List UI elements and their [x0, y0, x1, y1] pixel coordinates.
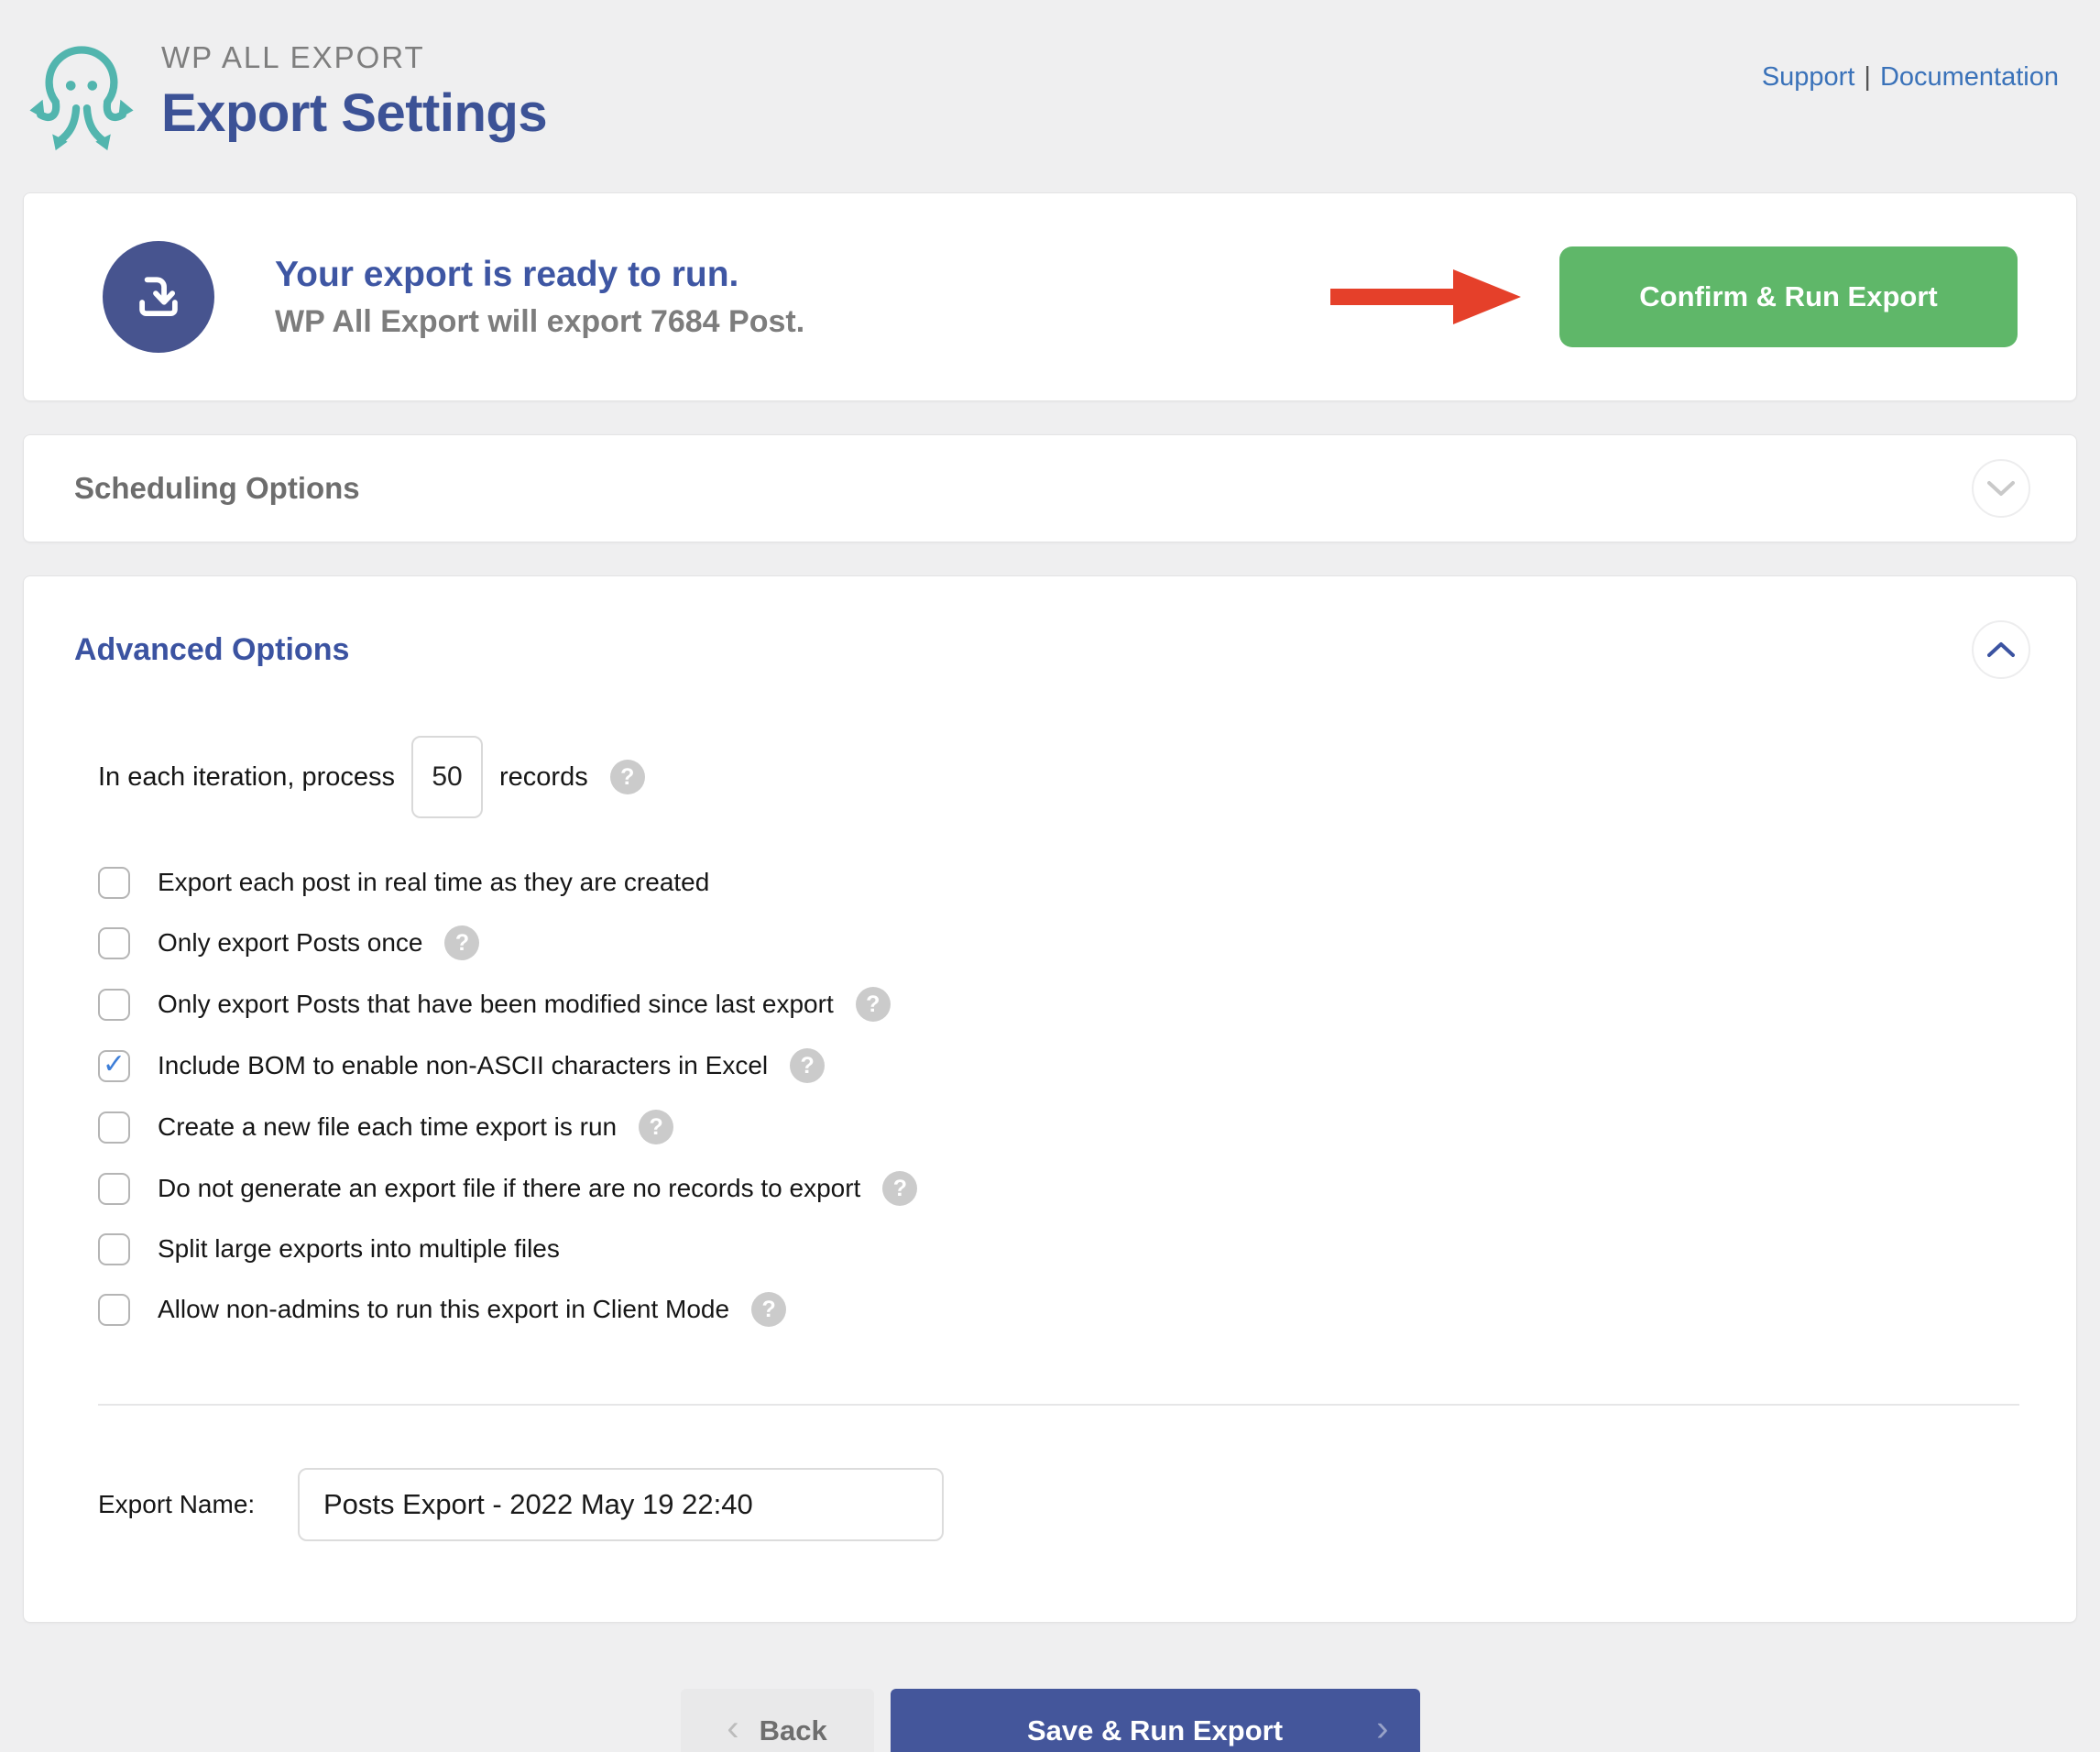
advanced-checkbox-list: Export each post in real time as they ar… — [74, 866, 2030, 1327]
advanced-collapse-button[interactable] — [1972, 620, 2030, 679]
back-button-label: Back — [760, 1714, 827, 1747]
help-icon[interactable]: ? — [856, 987, 891, 1022]
bottom-actions: ‹ Back Save & Run Export › — [0, 1689, 2100, 1752]
checkbox-label: Split large exports into multiple files — [158, 1234, 560, 1264]
checkbox-row-new-file-each-run[interactable]: Create a new file each time export is ru… — [98, 1110, 2030, 1144]
scheduling-expand-button[interactable] — [1972, 459, 2030, 518]
checkbox-label: Only export Posts that have been modifie… — [158, 990, 834, 1019]
checkbox-row-split-exports[interactable]: Split large exports into multiple files — [98, 1232, 2030, 1265]
iteration-records-input[interactable] — [411, 736, 483, 818]
export-name-row: Export Name: — [74, 1468, 2030, 1541]
export-name-label: Export Name: — [98, 1490, 298, 1519]
help-icon[interactable]: ? — [444, 925, 479, 960]
export-name-input[interactable] — [298, 1468, 944, 1541]
checkbox[interactable] — [98, 927, 130, 959]
red-arrow-icon — [1330, 260, 1521, 334]
help-icon[interactable]: ? — [790, 1048, 825, 1083]
checkbox-label: Include BOM to enable non-ASCII characte… — [158, 1051, 768, 1080]
chevron-right-icon: › — [1376, 1709, 1388, 1750]
chevron-left-icon: ‹ — [727, 1710, 738, 1747]
checkbox[interactable] — [98, 1173, 130, 1205]
banner-subtitle: WP All Export will export 7684 Post. — [275, 304, 1330, 340]
checkbox-row-realtime[interactable]: Export each post in real time as they ar… — [98, 866, 2030, 899]
checkbox-row-export-once[interactable]: Only export Posts once ? — [98, 925, 2030, 960]
checkbox[interactable] — [98, 989, 130, 1021]
save-run-export-button[interactable]: Save & Run Export › — [891, 1689, 1420, 1752]
checkbox-label: Allow non-admins to run this export in C… — [158, 1295, 729, 1324]
checkbox-row-modified-since[interactable]: Only export Posts that have been modifie… — [98, 987, 2030, 1022]
checkbox-row-include-bom[interactable]: Include BOM to enable non-ASCII characte… — [98, 1048, 2030, 1083]
checkbox[interactable] — [98, 1111, 130, 1144]
export-ready-banner: Your export is ready to run. WP All Expo… — [23, 192, 2077, 401]
iteration-setting-row: In each iteration, process records ? — [74, 736, 2030, 818]
save-button-label: Save & Run Export — [1027, 1714, 1283, 1747]
checkbox[interactable] — [98, 1050, 130, 1082]
help-icon[interactable]: ? — [610, 760, 645, 794]
export-settings-page: WP ALL EXPORT Export Settings Support | Do… — [0, 0, 2100, 1752]
iteration-label-after: records — [499, 762, 588, 793]
iteration-label-before: In each iteration, process — [98, 762, 395, 793]
checkbox[interactable] — [98, 1294, 130, 1326]
link-separator: | — [1864, 62, 1871, 92]
checkbox[interactable] — [98, 867, 130, 899]
checkbox-label: Only export Posts once — [158, 928, 422, 958]
banner-title: Your export is ready to run. — [275, 255, 1330, 295]
scheduling-options-title: Scheduling Options — [74, 471, 360, 506]
checkbox-label: Do not generate an export file if there … — [158, 1174, 860, 1203]
download-circle-icon — [103, 241, 214, 353]
advanced-options-title: Advanced Options — [74, 632, 349, 668]
wp-all-export-octopus-logo-icon — [27, 35, 136, 156]
documentation-link[interactable]: Documentation — [1880, 62, 2059, 92]
confirm-run-export-button[interactable]: Confirm & Run Export — [1559, 246, 2018, 347]
back-button[interactable]: ‹ Back — [681, 1689, 874, 1752]
section-divider — [98, 1404, 2019, 1406]
checkbox-row-client-mode[interactable]: Allow non-admins to run this export in C… — [98, 1292, 2030, 1327]
chevron-down-icon — [1987, 480, 2015, 497]
checkbox[interactable] — [98, 1233, 130, 1265]
support-link[interactable]: Support — [1762, 62, 1855, 92]
checkbox-label: Create a new file each time export is ru… — [158, 1112, 617, 1142]
checkbox-label: Export each post in real time as they ar… — [158, 868, 709, 897]
checkbox-row-no-empty-file[interactable]: Do not generate an export file if there … — [98, 1171, 2030, 1206]
header: WP ALL EXPORT Export Settings Support | Do… — [0, 0, 2100, 156]
page-title: Export Settings — [161, 82, 547, 144]
scheduling-options-panel[interactable]: Scheduling Options — [23, 434, 2077, 542]
chevron-up-icon — [1987, 641, 2015, 658]
help-icon[interactable]: ? — [882, 1171, 917, 1206]
header-links: Support | Documentation — [1762, 62, 2059, 93]
help-icon[interactable]: ? — [639, 1110, 673, 1144]
brand-name: WP ALL EXPORT — [161, 40, 547, 75]
advanced-options-panel: Advanced Options In each iteration, proc… — [23, 575, 2077, 1623]
help-icon[interactable]: ? — [751, 1292, 786, 1327]
